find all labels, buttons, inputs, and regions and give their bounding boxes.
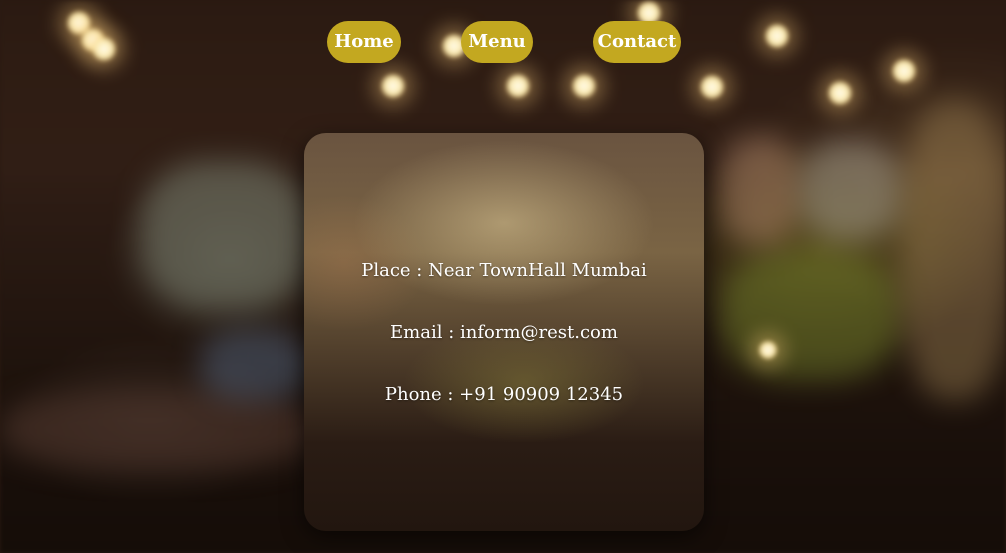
light-bulb [380, 73, 406, 99]
nav-menu-button[interactable]: Menu [461, 21, 533, 63]
light-bulb [91, 36, 117, 62]
contact-place: Place : Near TownHall Mumbai [361, 260, 647, 281]
light-bulb [827, 80, 853, 106]
background-counter-left [0, 390, 320, 470]
background-shelf-left [140, 160, 310, 310]
light-bulb [764, 23, 790, 49]
light-bulb [505, 73, 531, 99]
background-poster [720, 135, 800, 245]
contact-email: Email : inform@rest.com [390, 322, 618, 343]
contact-phone: Phone : +91 90909 12345 [384, 384, 624, 405]
background-window-right [900, 100, 1006, 400]
nav-contact-button[interactable]: Contact [593, 21, 681, 63]
contact-card: Place : Near TownHall Mumbai Email : inf… [304, 133, 704, 531]
light-bulb [891, 58, 917, 84]
light-bulb [699, 74, 725, 100]
background-screen-left [200, 330, 310, 400]
background-bottles [800, 140, 900, 240]
background-plant-wall [720, 250, 900, 380]
light-bulb [571, 73, 597, 99]
light-bulb [758, 340, 778, 360]
nav-home-button[interactable]: Home [327, 21, 401, 63]
